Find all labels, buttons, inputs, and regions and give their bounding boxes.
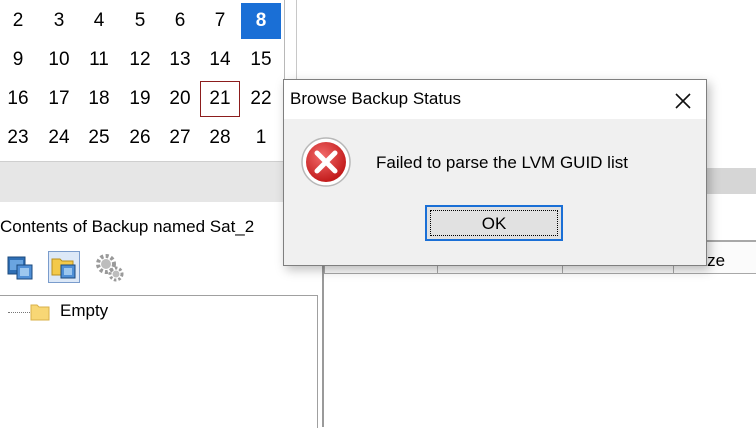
browse-backup-status-dialog: Browse Backup Status Failed to parse the… (283, 79, 707, 266)
restore-icon (7, 256, 33, 280)
calendar-day[interactable]: 7 (200, 3, 240, 39)
file-list[interactable]: Select Name Date Size (322, 240, 756, 427)
calendar-day[interactable]: 28 (200, 120, 240, 156)
calendar-day[interactable]: 26 (120, 120, 160, 156)
calendar-day[interactable]: 16 (0, 81, 38, 117)
calendar-day[interactable]: 20 (160, 81, 200, 117)
error-message: Failed to parse the LVM GUID list (376, 153, 628, 172)
error-icon (301, 137, 351, 187)
calendar-day[interactable]: 23 (0, 120, 38, 156)
calendar-day[interactable]: 1 (241, 120, 281, 156)
settings-button[interactable] (93, 251, 125, 283)
calendar-day[interactable]: 8 (241, 3, 281, 39)
calendar-footer (0, 161, 284, 202)
dialog-title: Browse Backup Status (290, 89, 462, 108)
calendar-day[interactable]: 9 (0, 42, 38, 78)
backup-contents-label: Contents of Backup named Sat_2 (0, 217, 255, 236)
tree-connector (8, 312, 30, 313)
calendar-day[interactable]: 12 (120, 42, 160, 78)
calendar-day[interactable]: 17 (39, 81, 79, 117)
calendar-day[interactable]: 19 (120, 81, 160, 117)
browse-folder-icon (51, 258, 76, 279)
calendar-day[interactable]: 18 (79, 81, 119, 117)
calendar-day[interactable]: 21 (200, 81, 240, 117)
calendar-day[interactable]: 6 (160, 3, 200, 39)
tree-item-empty[interactable]: Empty (60, 301, 108, 321)
calendar-day[interactable]: 24 (39, 120, 79, 156)
ok-button-label: OK (430, 210, 558, 236)
close-button[interactable] (660, 80, 706, 119)
calendar: 2 3 4 5 6 7 8 9 10 11 12 13 14 15 16 17 18 19 20 21 22 23 24 25… (0, 0, 285, 160)
calendar-day[interactable]: 3 (39, 3, 79, 39)
calendar-day[interactable]: 27 (160, 120, 200, 156)
splitter (296, 0, 297, 80)
calendar-day[interactable]: 22 (241, 81, 281, 117)
calendar-day[interactable]: 11 (79, 42, 119, 78)
settings-gear-icon (96, 254, 124, 282)
calendar-day[interactable]: 13 (160, 42, 200, 78)
calendar-day[interactable]: 15 (241, 42, 281, 78)
folder-icon (30, 304, 50, 321)
calendar-day[interactable]: 10 (39, 42, 79, 78)
browse-folder-button[interactable] (48, 251, 80, 283)
calendar-day[interactable]: 4 (79, 3, 119, 39)
calendar-day[interactable]: 25 (79, 120, 119, 156)
dialog-titlebar: Browse Backup Status (284, 80, 706, 119)
restore-button[interactable] (4, 251, 36, 283)
close-icon (675, 93, 691, 109)
backup-tree[interactable]: Empty (0, 295, 318, 428)
calendar-day[interactable]: 14 (200, 42, 240, 78)
calendar-day[interactable]: 5 (120, 3, 160, 39)
ok-button[interactable]: OK (425, 205, 563, 241)
calendar-day[interactable]: 2 (0, 3, 38, 39)
